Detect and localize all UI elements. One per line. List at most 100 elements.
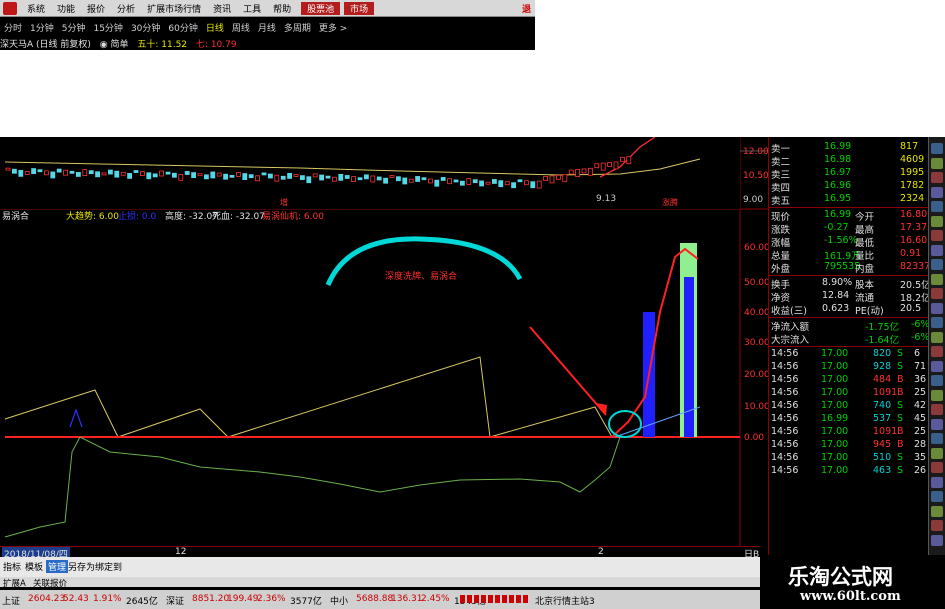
kline-candle bbox=[82, 169, 88, 176]
period-5min[interactable]: 5分钟 bbox=[58, 21, 90, 34]
menu-ext-market[interactable]: 扩展市场行情 bbox=[141, 2, 207, 15]
toolbar-icon[interactable] bbox=[931, 360, 943, 372]
indicator-spike bbox=[69, 408, 83, 428]
chart-area: 12.00 10.50 9.00 9.13 增 涨腾 易涡合 大趋势: 6.00… bbox=[0, 137, 768, 546]
menu-function[interactable]: 功能 bbox=[51, 2, 81, 15]
kline-candle bbox=[536, 180, 542, 189]
kline-candle bbox=[165, 171, 171, 175]
toolbar-icon[interactable] bbox=[931, 157, 943, 169]
quote-row: 收益(三) 0.623 PE(动) 20.5 bbox=[769, 303, 929, 317]
tab-indicator[interactable]: 指标 bbox=[3, 560, 21, 573]
exit-button[interactable]: 退 bbox=[522, 2, 535, 15]
kline-candle bbox=[613, 161, 619, 170]
stat-label: 内盘 bbox=[855, 264, 875, 275]
period-multi[interactable]: 多周期 bbox=[280, 21, 315, 34]
kline-candle bbox=[299, 175, 305, 181]
period-monthly[interactable]: 月线 bbox=[254, 21, 280, 34]
menu-market[interactable]: 市场 bbox=[344, 1, 375, 15]
tick-price: 17.00 bbox=[821, 361, 849, 372]
toolbar-icon[interactable] bbox=[931, 404, 943, 415]
toolbar-icon[interactable] bbox=[931, 230, 943, 241]
toolbar-icon[interactable] bbox=[931, 259, 943, 270]
period-30min[interactable]: 30分钟 bbox=[127, 21, 164, 34]
ma-mode[interactable]: ◉ 简单 bbox=[100, 40, 129, 50]
period-more[interactable]: 更多 > bbox=[315, 21, 351, 34]
kline-candle bbox=[351, 176, 357, 182]
toolbar-icon[interactable] bbox=[931, 201, 943, 212]
toolbar-icon[interactable] bbox=[931, 317, 943, 328]
kline-candle bbox=[223, 173, 229, 180]
tick-volume: 463 bbox=[873, 465, 892, 476]
tab-template[interactable]: 模板 bbox=[25, 560, 43, 573]
toolbar-icon[interactable] bbox=[931, 375, 943, 386]
toolbar-icon[interactable] bbox=[931, 273, 943, 285]
toolbar-icon[interactable] bbox=[931, 447, 943, 459]
toolbar-icon[interactable] bbox=[931, 491, 943, 502]
indicator-bar bbox=[684, 277, 694, 437]
tab-save-as[interactable]: 另存为 bbox=[68, 560, 95, 573]
period-60min[interactable]: 60分钟 bbox=[164, 21, 201, 34]
menu-tools[interactable]: 工具 bbox=[237, 2, 267, 15]
kline-candle bbox=[24, 171, 30, 175]
kline-mark: 增 bbox=[280, 197, 288, 207]
tick-price: 17.00 bbox=[821, 426, 849, 437]
kline-candle bbox=[434, 179, 440, 187]
toolbar-icon[interactable] bbox=[931, 418, 943, 430]
toolbar-icon[interactable] bbox=[931, 244, 943, 256]
toolbar-icon[interactable] bbox=[931, 534, 943, 546]
kline-candle bbox=[95, 171, 100, 178]
kline-candle bbox=[280, 175, 286, 180]
toolbar-icon[interactable] bbox=[931, 462, 943, 473]
kline-candle bbox=[447, 178, 453, 185]
toolbar-icon[interactable] bbox=[931, 505, 943, 517]
menu-help[interactable]: 帮助 bbox=[267, 2, 297, 15]
toolbar-icon[interactable] bbox=[931, 389, 943, 401]
menu-analysis[interactable]: 分析 bbox=[111, 2, 141, 15]
server-status[interactable]: 北京行情主站3 bbox=[535, 594, 595, 607]
toolbar-icon[interactable] bbox=[931, 215, 943, 227]
toolbar-icon[interactable] bbox=[931, 143, 943, 154]
toolbar-icon[interactable] bbox=[931, 302, 943, 314]
toolbar-icon[interactable] bbox=[931, 331, 943, 343]
toolbar-icon[interactable] bbox=[931, 520, 943, 531]
tick-volume: 537 bbox=[873, 413, 892, 424]
index-value: 2.36% bbox=[257, 594, 286, 604]
toolbar-icon[interactable] bbox=[931, 172, 943, 183]
indicator-tick: 60.00 bbox=[744, 243, 768, 253]
indicator-label: 死血: -32.07 bbox=[212, 210, 265, 222]
period-15min[interactable]: 15分钟 bbox=[89, 21, 126, 34]
quote-row: 换手 8.90% 股本 20.5亿 bbox=[769, 277, 931, 291]
stock-terminal-window: 系统 功能 报价 分析 扩展市场行情 资讯 工具 帮助 股票池 市场 退 分时 … bbox=[0, 0, 945, 609]
quote-row: 14:56 17.00 1091 B 25 bbox=[769, 387, 929, 400]
menu-stock-pool[interactable]: 股票池 bbox=[301, 1, 341, 15]
toolbar-icon[interactable] bbox=[931, 476, 943, 488]
period-1min[interactable]: 1分钟 bbox=[26, 21, 58, 34]
toolbar-icon[interactable] bbox=[931, 346, 943, 357]
tab-bind-to[interactable]: 绑定到 bbox=[95, 560, 122, 573]
stat-label: 今开 bbox=[855, 212, 875, 223]
indicator-green-line bbox=[4, 436, 621, 538]
tab-manage[interactable]: 管理 bbox=[46, 560, 69, 573]
indicator-label: 高度: -32.07 bbox=[165, 210, 218, 222]
period-daily[interactable]: 日线 bbox=[202, 21, 228, 34]
period-weekly[interactable]: 周线 bbox=[228, 21, 254, 34]
kline-candle bbox=[376, 176, 382, 181]
indicator-name[interactable]: 易涡合 bbox=[2, 210, 29, 222]
menu-system[interactable]: 系统 bbox=[21, 2, 51, 15]
menu-quote[interactable]: 报价 bbox=[81, 2, 111, 15]
tab-related-quote[interactable]: 关联报价 bbox=[33, 577, 67, 589]
tick-volume: 1091 bbox=[873, 426, 898, 437]
menu-info[interactable]: 资讯 bbox=[207, 2, 237, 15]
tick-time: 14:56 bbox=[771, 374, 799, 385]
tick-side: S bbox=[897, 400, 904, 411]
flow-label: 大宗流入 bbox=[771, 335, 810, 346]
toolbar-icon[interactable] bbox=[931, 186, 943, 198]
quote-row: 14:56 16.99 537 S 45 bbox=[769, 413, 929, 426]
tick-volume: 928 bbox=[873, 361, 892, 372]
kline-candle bbox=[427, 178, 433, 184]
stat-value: 16.80 bbox=[900, 209, 928, 220]
period-tick[interactable]: 分时 bbox=[0, 21, 26, 34]
tab-ext-a[interactable]: 扩展A bbox=[3, 577, 26, 589]
toolbar-icon[interactable] bbox=[931, 433, 943, 444]
toolbar-icon[interactable] bbox=[931, 288, 943, 299]
